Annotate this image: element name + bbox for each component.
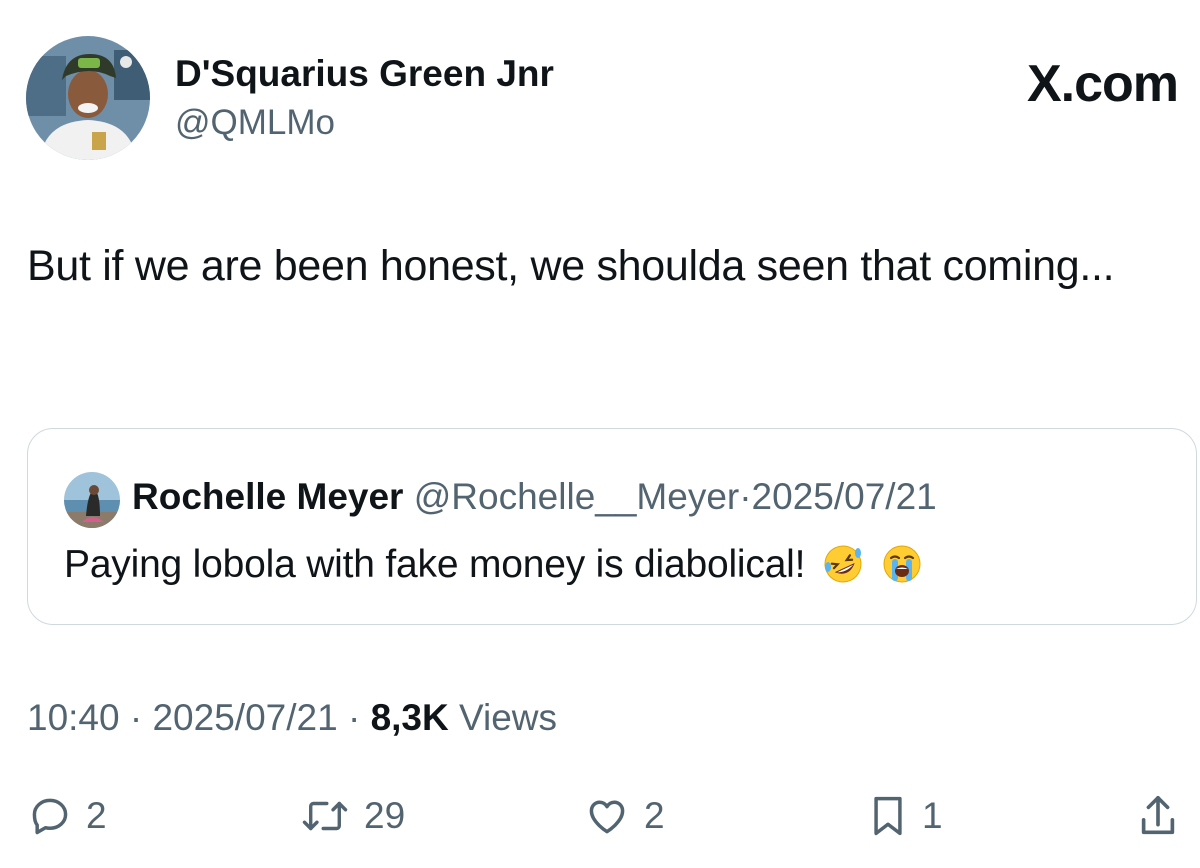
quote-author-avatar[interactable]	[64, 472, 120, 528]
loudly-crying-emoji	[881, 543, 923, 599]
quoted-tweet-card[interactable]: Rochelle Meyer @Rochelle__Meyer·2025/07/…	[27, 428, 1197, 625]
rolling-on-floor-laughing-emoji	[822, 543, 864, 599]
quote-author-handle[interactable]: @Rochelle__Meyer	[414, 476, 739, 517]
repost-count: 29	[364, 795, 406, 836]
author-handle[interactable]: @QMLMo	[175, 102, 335, 144]
brand-logo: X.com	[1026, 55, 1179, 113]
tweet-time[interactable]: 10:40	[27, 697, 120, 738]
quote-text-line: Paying lobola with fake money is diaboli…	[64, 539, 923, 599]
tweet-meta: 10:40 · 2025/07/21 · 8,3K Views	[27, 694, 557, 742]
bookmark-icon	[868, 794, 908, 838]
share-button[interactable]	[1138, 788, 1178, 844]
reply-button[interactable]: 2	[28, 788, 107, 844]
tweet-date[interactable]: 2025/07/21	[152, 697, 337, 738]
views-count[interactable]: 8,3K	[371, 697, 449, 738]
reply-icon	[28, 794, 72, 838]
repost-icon	[300, 794, 350, 838]
action-bar: 2 29 2 1	[0, 788, 1200, 848]
quote-text: Paying lobola with fake money is diaboli…	[64, 543, 806, 586]
author-name[interactable]: D'Squarius Green Jnr	[175, 52, 554, 96]
quote-header: Rochelle Meyer @Rochelle__Meyer·2025/07/…	[132, 474, 937, 520]
views-label[interactable]: Views	[459, 697, 557, 738]
bookmark-button[interactable]: 1	[868, 788, 943, 844]
bookmark-count: 1	[922, 795, 943, 836]
like-button[interactable]: 2	[584, 788, 665, 844]
quote-separator: ·	[739, 476, 752, 517]
meta-separator-1: ·	[129, 697, 143, 738]
heart-icon	[584, 794, 630, 838]
quote-date[interactable]: 2025/07/21	[752, 476, 937, 517]
tweet-text: But if we are been honest, we shoulda se…	[27, 242, 1115, 290]
like-count: 2	[644, 795, 665, 836]
author-avatar[interactable]	[26, 36, 150, 160]
quote-author-name[interactable]: Rochelle Meyer	[132, 476, 403, 517]
repost-button[interactable]: 29	[300, 788, 405, 844]
meta-separator-2: ·	[347, 697, 361, 738]
share-icon	[1138, 793, 1178, 839]
reply-count: 2	[86, 795, 107, 836]
